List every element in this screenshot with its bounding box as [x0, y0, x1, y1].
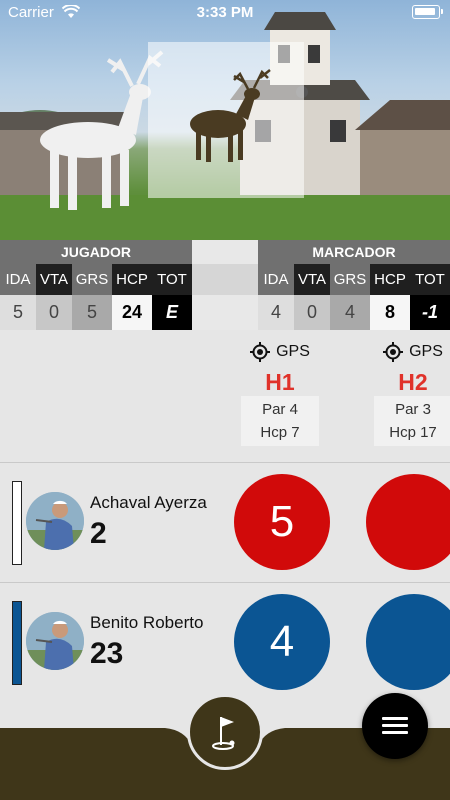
jugador-vta-value: 0: [36, 295, 72, 330]
jugador-tot-value: E: [152, 295, 192, 330]
gps-button-h2[interactable]: GPS: [374, 340, 450, 364]
hole-info-1: Par 4 Hcp 7: [241, 396, 319, 446]
avatar: [26, 492, 84, 550]
player-name: Benito Roberto: [90, 613, 204, 632]
player-hcp: 23: [90, 637, 124, 670]
jugador-header-vta: VTA: [36, 264, 72, 295]
club-logo: [148, 42, 304, 198]
hole-hcp: Hcp 17: [389, 424, 437, 441]
hole-par: Par 4: [262, 401, 298, 418]
score-summary: JUGADOR MARCADOR IDA VTA GRS HCP TOT 5 0…: [0, 240, 450, 330]
marcador-header-grs: GRS: [330, 264, 370, 295]
hole-column-1: GPS H1 Par 4 Hcp 7: [241, 340, 319, 446]
player-hcp: 2: [90, 517, 107, 550]
marcador-header-hcp: HCP: [370, 264, 410, 295]
jugador-header-tot: TOT: [152, 264, 192, 295]
gps-label: GPS: [409, 343, 443, 360]
crosshair-icon: [383, 342, 404, 362]
deer-logo-icon: [190, 69, 271, 162]
gps-label: GPS: [276, 343, 310, 360]
marcador-tot-value: -1: [410, 295, 450, 330]
hero-image: [0, 0, 450, 240]
hole-par: Par 3: [395, 401, 431, 418]
summary-spacer: [192, 240, 258, 330]
battery-icon: [412, 5, 443, 19]
crosshair-icon: [250, 342, 271, 362]
jugador-header-grs: GRS: [72, 264, 112, 295]
marcador-grs-value: 4: [330, 295, 370, 330]
hole-hcp: Hcp 7: [260, 424, 300, 441]
marcador-title: MARCADOR: [258, 240, 450, 264]
hamburger-menu-icon: [382, 717, 408, 720]
jugador-ida-value: 5: [0, 295, 36, 330]
marcador-vta-value: 0: [294, 295, 330, 330]
jugador-title: JUGADOR: [0, 240, 192, 264]
player-color-indicator: [12, 481, 22, 565]
marcador-header-vta: VTA: [294, 264, 330, 295]
score-circle-h2[interactable]: [366, 474, 450, 570]
jugador-header-ida: IDA: [0, 264, 36, 295]
hole-info-2: Par 3 Hcp 17: [374, 396, 450, 446]
gps-button-h1[interactable]: GPS: [241, 340, 319, 364]
marcador-hcp-value: 8: [370, 295, 410, 330]
player-row[interactable]: Achaval Ayerza 2 5: [0, 463, 450, 581]
hole-number-1[interactable]: H1: [241, 368, 319, 396]
status-bar: Carrier 3:33 PM: [0, 0, 450, 26]
score-circle-h1[interactable]: 4: [234, 594, 330, 690]
jugador-hcp-value: 24: [112, 295, 152, 330]
jugador-grs-value: 5: [72, 295, 112, 330]
status-time: 3:33 PM: [196, 4, 254, 21]
player-name: Achaval Ayerza: [90, 493, 207, 512]
marcador-ida-value: 4: [258, 295, 294, 330]
player-row[interactable]: Benito Roberto 23 4: [0, 583, 450, 701]
menu-button[interactable]: [362, 693, 428, 759]
player-color-indicator: [12, 601, 22, 685]
score-circle-h2[interactable]: [366, 594, 450, 690]
golf-flag-icon: [212, 717, 235, 750]
jugador-header-hcp: HCP: [112, 264, 152, 295]
avatar: [26, 612, 84, 670]
hole-column-2: GPS H2 Par 3 Hcp 17: [374, 340, 450, 446]
hole-number-2[interactable]: H2: [374, 368, 450, 396]
marcador-header-ida: IDA: [258, 264, 294, 295]
marcador-header-tot: TOT: [410, 264, 450, 295]
golf-flag-button[interactable]: [187, 694, 263, 770]
score-circle-h1[interactable]: 5: [234, 474, 330, 570]
